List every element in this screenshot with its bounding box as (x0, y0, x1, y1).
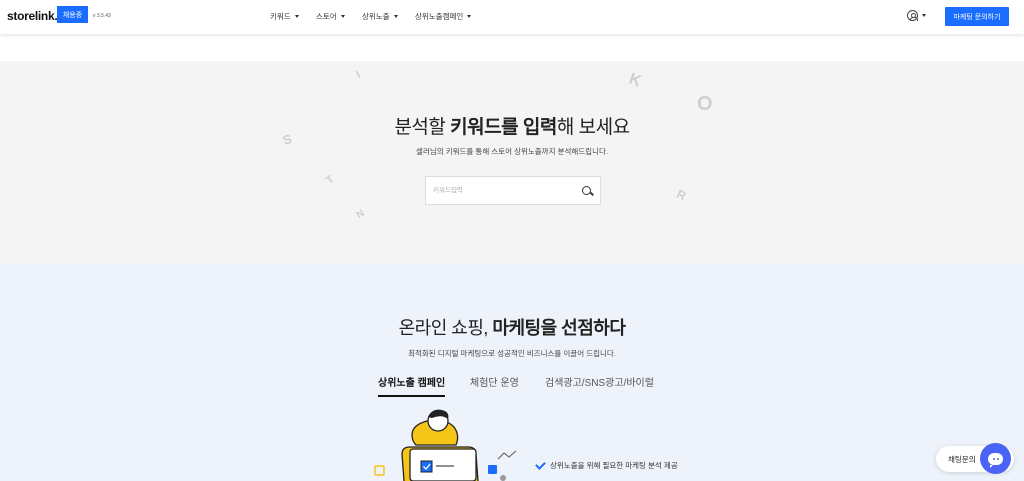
tab-search-sns-viral[interactable]: 검색광고/SNS광고/바이럴 (545, 374, 654, 395)
caret-down-icon (340, 15, 345, 18)
tab-experience-group[interactable]: 체험단 운영 (470, 374, 519, 395)
nav-campaign[interactable]: 상위노출캠페인 (415, 11, 472, 22)
decor-letter: K (626, 70, 644, 91)
caret-down-icon (393, 15, 398, 18)
feature-text: 상위노출을 위해 필요한 마케팅 분석 제공 (550, 461, 678, 470)
tab-top-exposure-campaign[interactable]: 상위노출 캠페인 (378, 374, 446, 397)
version-label: v 3.5.43 (93, 13, 111, 19)
keyword-search-box (425, 176, 601, 205)
chat-bubble-icon (988, 452, 1003, 468)
nav-top-exposure-label: 상위노출 (362, 12, 390, 21)
user-icon (907, 10, 918, 21)
nav-keyword[interactable]: 키워드 (270, 11, 299, 22)
keyword-search-section: I S T N K O R 분석할 키워드를 입력해 보세요 셀러님의 키워드를… (0, 61, 1024, 264)
caret-down-icon (467, 15, 472, 18)
marketing-inquiry-button[interactable]: 마케팅 문의하기 (945, 7, 1009, 26)
top-header: storelink. 채용중 v 3.5.43 키워드 스토어 상위노출 상위노… (0, 0, 1024, 34)
caret-down-icon (294, 15, 299, 18)
hiring-badge[interactable]: 채용중 (57, 6, 88, 23)
decor-letter: T (323, 173, 337, 187)
campaign-illustration (374, 409, 517, 481)
marketing-title: 온라인 쇼핑, 마케팅을 선점하다 (398, 318, 626, 338)
nav-store-label: 스토어 (316, 12, 337, 21)
chat-label: 채팅문의 (948, 455, 976, 464)
marketing-section: 온라인 쇼핑, 마케팅을 선점하다 최적화된 디지털 마케팅으로 성공적인 비즈… (0, 264, 1024, 481)
decor-letter: N (354, 207, 367, 222)
feature-item: 상위노출을 위해 필요한 마케팅 분석 제공 (535, 458, 678, 471)
nav-store[interactable]: 스토어 (316, 11, 345, 22)
search-subtitle: 셀러님의 키워드를 통해 스토어 상위노출까지 분석해드립니다. (416, 147, 608, 156)
logo[interactable]: storelink. (7, 9, 58, 23)
marketing-subtitle: 최적화된 디지털 마케팅으로 성공적인 비즈니스를 이끌어 드립니다. (408, 349, 616, 358)
caret-down-icon (922, 14, 926, 17)
check-icon (535, 458, 546, 470)
keyword-search-input[interactable] (426, 177, 576, 204)
chat-launcher-button[interactable] (980, 443, 1011, 474)
search-title: 분석할 키워드를 입력해 보세요 (394, 117, 630, 138)
nav-keyword-label: 키워드 (270, 12, 291, 21)
decor-letter: I (354, 69, 363, 81)
nav-top-exposure[interactable]: 상위노출 (362, 11, 398, 22)
nav-campaign-label: 상위노출캠페인 (415, 12, 464, 21)
decor-letter: R (674, 186, 689, 204)
search-icon[interactable] (576, 177, 600, 204)
user-menu-button[interactable] (907, 10, 926, 21)
